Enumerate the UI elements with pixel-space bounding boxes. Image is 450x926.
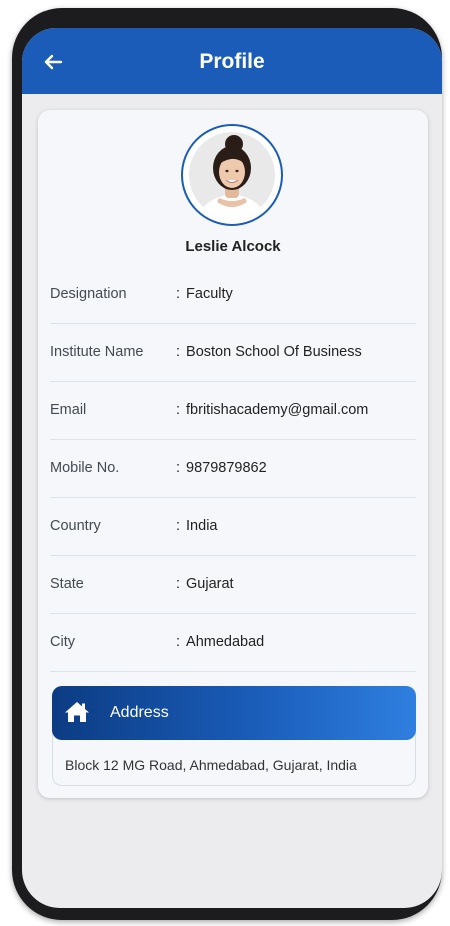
avatar bbox=[189, 132, 275, 218]
detail-value-text: Ahmedabad bbox=[186, 634, 265, 650]
detail-value: : Faculty bbox=[176, 286, 233, 302]
details-list: Designation : Faculty Institute Name : Bos… bbox=[50, 266, 416, 672]
profile-name: Leslie Alcock bbox=[185, 238, 281, 255]
app-bar: Profile bbox=[22, 28, 442, 94]
user-photo bbox=[189, 132, 275, 218]
detail-value: : Ahmedabad bbox=[176, 634, 264, 650]
detail-value: : Boston School Of Business bbox=[176, 344, 362, 360]
detail-row-mobile: Mobile No. :9879879862 bbox=[50, 440, 416, 498]
address-header: Address bbox=[52, 686, 416, 740]
detail-row-email: Email : fbritishacademy@gmail.com bbox=[50, 382, 416, 440]
separator: : bbox=[176, 518, 181, 534]
detail-value-text: Faculty bbox=[186, 286, 233, 302]
detail-row-designation: Designation : Faculty bbox=[50, 266, 416, 324]
detail-label: State bbox=[50, 576, 84, 592]
separator: : bbox=[176, 286, 181, 302]
detail-value: :9879879862 bbox=[176, 460, 267, 476]
home-icon bbox=[65, 702, 89, 722]
detail-label: Designation bbox=[50, 286, 127, 302]
profile-card: Leslie Alcock Designation : Faculty Insti… bbox=[38, 110, 428, 798]
separator: : bbox=[176, 344, 181, 360]
detail-label: City bbox=[50, 634, 75, 650]
detail-value-text: India bbox=[186, 518, 218, 534]
separator: : bbox=[176, 634, 181, 650]
detail-value-text: 9879879862 bbox=[186, 460, 267, 476]
separator: : bbox=[176, 402, 181, 418]
detail-row-institute: Institute Name : Boston School Of Busines… bbox=[50, 324, 416, 382]
avatar-frame bbox=[181, 124, 283, 226]
detail-label: Mobile No. bbox=[50, 460, 120, 476]
detail-row-country: Country : India bbox=[50, 498, 416, 556]
separator: : bbox=[176, 460, 181, 476]
detail-row-city: City : Ahmedabad bbox=[50, 614, 416, 672]
page-title: Profile bbox=[199, 50, 265, 73]
detail-label: Email bbox=[50, 402, 87, 418]
separator: : bbox=[176, 576, 181, 592]
detail-label: Country bbox=[50, 518, 101, 534]
address-section: Address Block 12 MG Road, Ahmedabad, Guj… bbox=[52, 686, 416, 786]
detail-row-state: State : Gujarat bbox=[50, 556, 416, 614]
address-text: Block 12 MG Road, Ahmedabad, Gujarat, In… bbox=[65, 757, 357, 773]
detail-value: : Gujarat bbox=[176, 576, 234, 592]
detail-value-text: Gujarat bbox=[186, 576, 234, 592]
detail-value: : India bbox=[176, 518, 217, 534]
app-screen: Profile Leslie Alcock Designation: Facu… bbox=[22, 28, 442, 908]
detail-label: Institute Name bbox=[50, 344, 144, 360]
detail-value-text: Boston School Of Business bbox=[186, 344, 362, 360]
detail-value: : fbritishacademy@gmail.com bbox=[176, 402, 368, 418]
address-title: Address bbox=[110, 704, 169, 721]
detail-value-text: fbritishacademy@gmail.com bbox=[186, 402, 369, 418]
